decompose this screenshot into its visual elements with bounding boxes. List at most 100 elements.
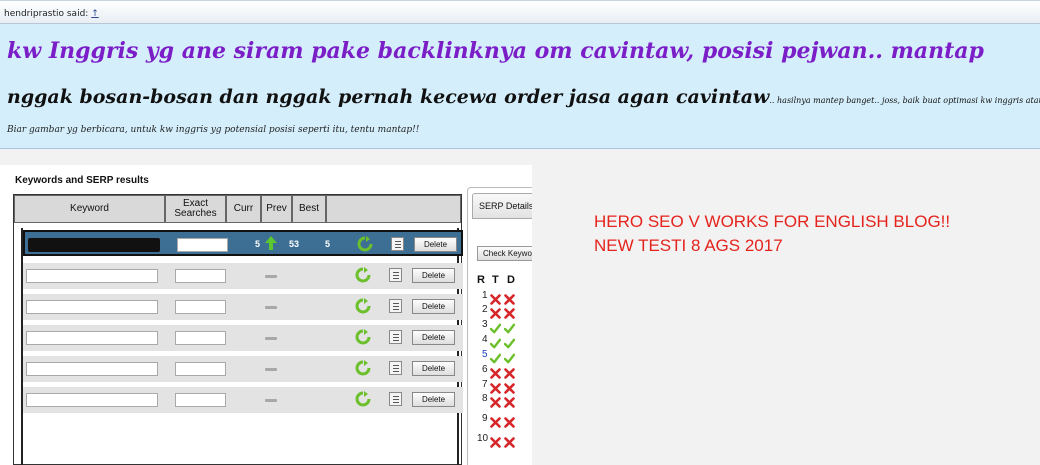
delete-button[interactable]: Delete (412, 268, 455, 283)
keyword-input[interactable] (26, 362, 158, 376)
serp-rank-row: 5 (482, 349, 532, 364)
serp-rank-number: 8 (482, 393, 488, 404)
serp-rank-row: 8 (482, 393, 532, 408)
quote-line-3: Biar gambar yg berbicara, untuk kw inggr… (7, 125, 420, 135)
serp-rank-number: 2 (482, 304, 488, 315)
details-icon[interactable] (389, 392, 402, 406)
quote-block: kw Inggris yg ane siram pake backlinknya… (0, 24, 1040, 149)
no-rank-dash (265, 306, 277, 309)
keyword-input[interactable] (26, 269, 158, 283)
serp-details-panel: SERP Details Check Keyword R T D 1 2 3 4 5 6 7… (467, 187, 532, 465)
serp-rank-row: 10 (477, 433, 532, 448)
serp-rank-row: 1 (482, 290, 532, 305)
no-rank-dash (265, 399, 277, 402)
post-header: hendriprastio said: ↑ (0, 0, 1040, 24)
curr-rank: 5 (255, 239, 261, 249)
delete-button[interactable]: Delete (412, 392, 455, 407)
header-exact-searches[interactable]: Exact Searches (165, 195, 226, 223)
details-icon[interactable] (389, 299, 402, 313)
quote-headline: kw Inggris yg ane siram pake backlinknya… (7, 38, 984, 64)
delete-button[interactable]: Delete (414, 237, 457, 252)
exact-searches-input[interactable] (177, 238, 228, 252)
serp-rank-row: 2 (482, 304, 532, 319)
annotation-line-2: NEW TESTI 8 AGS 2017 (594, 236, 783, 255)
exact-searches-input[interactable] (175, 269, 226, 283)
annotation-text: HERO SEO V WORKS FOR ENGLISH BLOG!! NEW … (594, 210, 950, 258)
table-row[interactable]: Delete (23, 356, 463, 382)
details-icon[interactable] (391, 237, 404, 251)
table-row[interactable]: Delete (23, 263, 463, 289)
serp-col-d: D (507, 274, 515, 286)
quote-line-2-big: nggak bosan-bosan dan nggak pernah kecew… (7, 86, 770, 108)
refresh-icon[interactable] (355, 298, 371, 314)
exact-searches-input[interactable] (175, 300, 226, 314)
cross-icon (504, 413, 515, 432)
cross-icon (504, 393, 515, 412)
view-post-link[interactable]: ↑ (91, 9, 99, 19)
delete-button[interactable]: Delete (412, 299, 455, 314)
header-keyword[interactable]: Keyword (14, 195, 165, 223)
quote-line-2: nggak bosan-bosan dan nggak pernah kecew… (7, 86, 1040, 108)
keyword-rows: 5 53 5 Delete Delete Delete Delete Delet… (21, 228, 463, 465)
cross-icon (490, 413, 501, 432)
serp-rank-row: 7 (482, 379, 532, 394)
keyword-input[interactable] (26, 300, 158, 314)
serp-rank-row: 9 (482, 413, 532, 428)
refresh-icon[interactable] (355, 391, 371, 407)
details-icon[interactable] (389, 361, 402, 375)
refresh-icon[interactable] (355, 267, 371, 283)
details-icon[interactable] (389, 330, 402, 344)
refresh-icon[interactable] (355, 329, 371, 345)
exact-searches-input[interactable] (175, 393, 226, 407)
rank-up-arrow-icon (265, 236, 277, 250)
serp-rank-number: 4 (482, 334, 488, 345)
serp-rank-number: 7 (482, 379, 488, 390)
header-curr[interactable]: Curr (226, 195, 261, 223)
refresh-icon[interactable] (357, 236, 373, 252)
check-keyword-button[interactable]: Check Keyword (477, 246, 532, 261)
serp-rank-number: 6 (482, 364, 488, 375)
exact-searches-input[interactable] (175, 331, 226, 345)
serp-rank-number: 9 (482, 413, 488, 424)
table-row[interactable]: 5 53 5 Delete (23, 230, 463, 256)
table-row[interactable]: Delete (23, 387, 463, 413)
best-rank: 5 (325, 239, 331, 249)
post-author: hendriprastio said: ↑ (4, 9, 99, 19)
quote-line-2-small: .. hasilnya mantep banget.. joss, baik b… (769, 96, 1040, 105)
delete-button[interactable]: Delete (412, 361, 455, 376)
no-rank-dash (265, 368, 277, 371)
delete-button[interactable]: Delete (412, 330, 455, 345)
cross-icon (504, 433, 515, 452)
serp-rank-number: 3 (482, 319, 488, 330)
keyword-tool-screenshot: Keywords and SERP results Keyword Exact … (0, 165, 532, 465)
serp-rank-number: 10 (477, 433, 489, 444)
prev-rank: 53 (289, 239, 300, 249)
details-icon[interactable] (389, 268, 402, 282)
cross-icon (490, 393, 501, 412)
no-rank-dash (265, 275, 277, 278)
no-rank-dash (265, 337, 277, 340)
header-prev[interactable]: Prev (261, 195, 292, 223)
serp-rank-number: 1 (482, 290, 488, 301)
keyword-input[interactable] (26, 331, 158, 345)
tool-title: Keywords and SERP results (15, 175, 149, 186)
serp-col-t: T (492, 274, 499, 286)
table-row[interactable]: Delete (23, 325, 463, 351)
keywords-table: Keyword Exact Searches Curr Prev Best 5 … (13, 194, 463, 465)
exact-searches-input[interactable] (175, 362, 226, 376)
serp-col-r: R (477, 274, 485, 286)
serp-rank-number: 5 (482, 349, 488, 360)
annotation-line-1: HERO SEO V WORKS FOR ENGLISH BLOG!! (594, 212, 951, 231)
header-actions (326, 195, 461, 223)
tab-serp-details[interactable]: SERP Details (472, 193, 532, 219)
author-label: hendriprastio said: (4, 9, 89, 19)
redacted-keyword (28, 238, 160, 252)
keyword-input[interactable] (26, 393, 158, 407)
serp-rank-row: 6 (482, 364, 532, 379)
cross-icon (490, 433, 501, 452)
serp-rank-row: 4 (482, 334, 532, 349)
table-row[interactable]: Delete (23, 294, 463, 320)
serp-rank-row: 3 (482, 319, 532, 334)
header-best[interactable]: Best (292, 195, 326, 223)
refresh-icon[interactable] (355, 360, 371, 376)
